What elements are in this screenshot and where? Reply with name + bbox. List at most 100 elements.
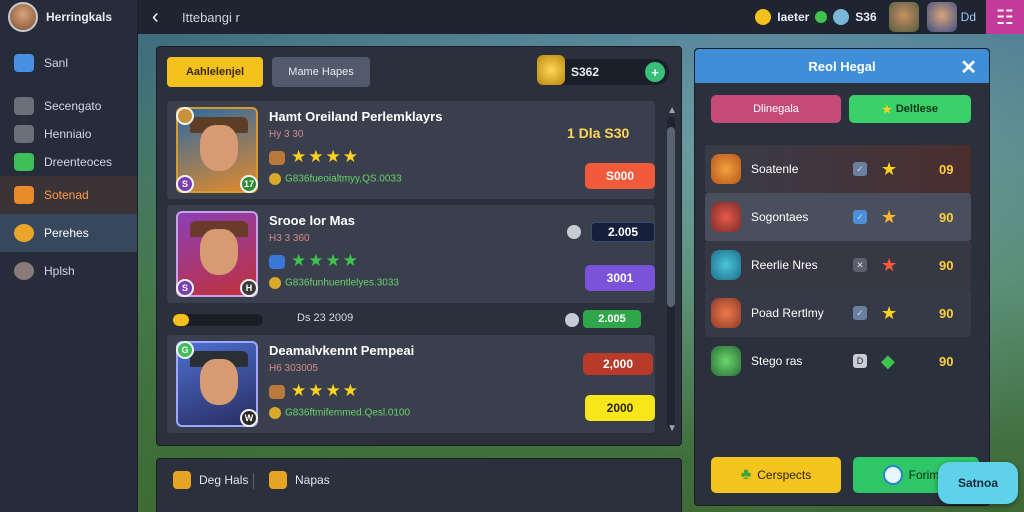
class-badge: S (176, 279, 194, 297)
sidebar-item-sotenad[interactable]: Sotenad (0, 176, 137, 214)
tab-dlinegala[interactable]: Dlinegala (711, 95, 841, 123)
item-value: 90 (939, 257, 954, 273)
tab-label: Deltlese (895, 103, 939, 115)
scroll-thumb[interactable] (667, 127, 675, 307)
shell-icon (269, 254, 285, 269)
price-button[interactable]: S000 (585, 163, 655, 189)
scroll-down-icon[interactable]: ▼ (667, 423, 677, 434)
confirm-button[interactable]: ♣ Cerspects (711, 457, 841, 493)
sidebar-item-secengato[interactable]: Secengato (0, 92, 137, 120)
party-avatar-1[interactable] (888, 2, 919, 32)
back-arrow-icon[interactable]: ‹ (152, 6, 176, 29)
profile-name: Herringkals (46, 10, 113, 24)
menu-button[interactable]: ☷ (986, 0, 1024, 34)
tab-deg-hals[interactable]: Deg Hals (173, 471, 248, 489)
divider (253, 473, 254, 489)
sidebar-item-henniaio[interactable]: Henniaio (0, 120, 137, 148)
tab-deltlese[interactable]: ★ Deltlese (849, 95, 971, 123)
scroll-up-icon[interactable]: ▲ (667, 105, 677, 116)
sidebar-item-hplsh[interactable]: Hplsh (0, 252, 137, 290)
reward-list: Soatenle ✓ ★ 09 Sogontaes ✓ ★ 90 Reerlie… (705, 145, 971, 385)
tag-icon (173, 471, 191, 489)
user-icon (14, 262, 34, 280)
hero-subtitle: Hy 3 30 (269, 129, 304, 140)
party-avatar-2[interactable] (926, 2, 957, 32)
avatar[interactable] (8, 2, 38, 32)
gold-value: S362 (571, 65, 600, 79)
price-tag: 2,000 (583, 353, 653, 375)
price-button[interactable]: 3001 (585, 265, 655, 291)
progress-row: Ds 23 2009 2.005 (167, 309, 655, 331)
hero-icon (711, 154, 741, 184)
tab-primary[interactable]: Aahlelenjel (167, 57, 263, 87)
item-value: 90 (939, 209, 954, 225)
sidebar-item-sanl[interactable]: Sanl (0, 44, 137, 82)
profile-header[interactable]: Herringkals (0, 0, 137, 34)
menu-icon: ☷ (996, 6, 1014, 29)
list-item[interactable]: Poad Rertlmy ✓ ★ 90 (705, 289, 971, 337)
star-icon: ★ (881, 254, 898, 275)
checkbox[interactable]: ✕ (853, 258, 867, 272)
close-icon[interactable]: ✕ (960, 55, 977, 80)
folder-icon (14, 97, 34, 115)
fist-icon (269, 150, 285, 165)
sidebar-item-label: Secengato (44, 99, 102, 113)
gem-icon (815, 11, 828, 23)
sidebar-item-label: Perehes (44, 226, 89, 240)
level-badge: H (240, 279, 258, 297)
power-value: 2.005 (591, 222, 655, 242)
list-item[interactable]: Stego ras D ◆ 90 (705, 337, 971, 385)
item-value: 90 (939, 305, 954, 321)
level-badge: W (240, 409, 258, 427)
sidebar-item-dreenteoces[interactable]: Dreenteoces (0, 148, 137, 176)
item-value: 90 (939, 353, 954, 369)
cube-icon (14, 54, 34, 72)
hero-card[interactable]: S 17 Hamt Oreiland Perlemklayrs Hy 3 30 … (167, 101, 655, 199)
star-rating: ★★★★ (269, 251, 360, 271)
list-item[interactable]: Soatenle ✓ ★ 09 (705, 145, 971, 193)
element-badge (176, 107, 194, 125)
hero-portrait: S 17 (176, 107, 258, 193)
list-item[interactable]: Reerlie Nres ✕ ★ 90 (705, 241, 971, 289)
star-rating: ★★★★ (269, 147, 360, 167)
progress-bar (173, 314, 263, 326)
tab-napas[interactable]: Napas (269, 471, 330, 489)
gem-icon: ◆ (881, 350, 895, 371)
hero-subtitle: H3 3 360 (269, 233, 310, 244)
checkbox[interactable]: ✓ (853, 210, 867, 224)
chest-icon (14, 186, 34, 204)
sidebar-item-perehes[interactable]: Perehes (0, 214, 137, 252)
item-name: Reerlie Nres (751, 258, 818, 272)
hero-card[interactable]: G W Deamalvkennt Pempeai H6 303005 ★★★★ … (167, 335, 655, 433)
panel-title: Reol Hegal (808, 58, 876, 74)
checkbox[interactable]: ✓ (853, 162, 867, 176)
hero-card[interactable]: S H Srooe lor Mas H3 3 360 ★★★★ G836funh… (167, 205, 655, 303)
breadcrumb: Ittebangi r (182, 9, 240, 25)
button-label: Cerspects (757, 468, 812, 482)
checkbox[interactable]: ✓ (853, 306, 867, 320)
hero-face (200, 229, 238, 275)
hero-name: Srooe lor Mas (269, 213, 355, 228)
hero-icon (14, 224, 34, 242)
resource-2-value: S36 (855, 10, 877, 24)
bottom-tabs: Deg Hals Napas (156, 458, 682, 512)
hero-portrait: G W (176, 341, 258, 427)
sidebar-item-label: Sotenad (44, 188, 89, 202)
list-item[interactable]: Sogontaes ✓ ★ 90 (705, 193, 971, 241)
info-icon (882, 465, 903, 485)
scrollbar[interactable] (667, 117, 675, 429)
floating-action-button[interactable]: Satnoa (938, 462, 1018, 504)
item-name: Stego ras (751, 354, 803, 368)
sidebar-item-label: Dreenteoces (44, 155, 113, 169)
detail-panel: Reol Hegal ✕ Dlinegala ★ Deltlese Soaten… (694, 48, 990, 506)
add-gold-icon[interactable]: + (645, 62, 665, 82)
price-button[interactable]: 2000 (585, 395, 655, 421)
star-icon: ★ (881, 302, 898, 323)
gold-pile-icon (537, 55, 565, 85)
star-icon: ★ (881, 158, 898, 179)
tab-label: Deg Hals (199, 473, 249, 487)
tab-secondary[interactable]: Mame Hapes (272, 57, 370, 87)
resource-1-value: Iaeter (777, 10, 810, 24)
checkbox[interactable]: D (853, 354, 867, 368)
hero-stats-text: G836ftmifemmed.Qesl.0100 (285, 407, 411, 419)
